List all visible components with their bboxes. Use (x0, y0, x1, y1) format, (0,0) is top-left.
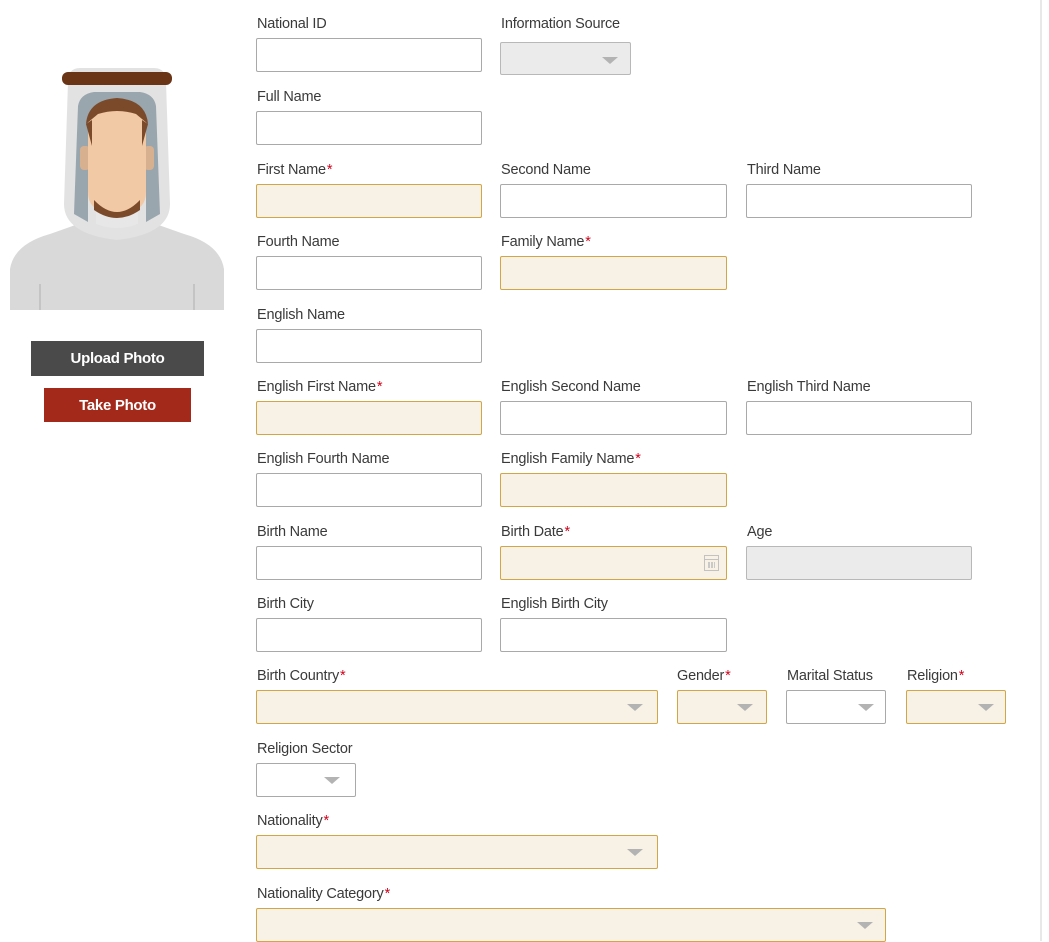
birth-date-input[interactable] (500, 546, 727, 580)
required-asterisk: * (725, 668, 731, 684)
english-family-name-input[interactable] (500, 473, 727, 507)
fourth-name-input[interactable] (256, 256, 482, 290)
english-birth-city-label: English Birth City (501, 596, 608, 612)
english-family-name-label: English Family Name* (501, 451, 641, 467)
english-fourth-name-label: English Fourth Name (257, 451, 390, 467)
birth-country-label: Birth Country* (257, 668, 346, 684)
full-name-input[interactable] (256, 111, 482, 145)
chevron-down-icon (858, 704, 874, 711)
avatar-icon (10, 68, 224, 310)
gender-label: Gender* (677, 668, 731, 684)
birth-name-input[interactable] (256, 546, 482, 580)
chevron-down-icon (857, 922, 873, 929)
national-id-input[interactable] (256, 38, 482, 72)
birth-name-label: Birth Name (257, 524, 328, 540)
english-third-name-label: English Third Name (747, 379, 871, 395)
calendar-icon[interactable] (704, 555, 719, 571)
english-birth-city-input[interactable] (500, 618, 727, 652)
fourth-name-label: Fourth Name (257, 234, 340, 250)
third-name-input[interactable] (746, 184, 972, 218)
chevron-down-icon (978, 704, 994, 711)
english-second-name-label: English Second Name (501, 379, 641, 395)
family-name-label: Family Name* (501, 234, 591, 250)
nationality-select[interactable] (256, 835, 658, 869)
required-asterisk: * (376, 379, 383, 395)
nationality-category-select[interactable] (256, 908, 886, 942)
first-name-input[interactable] (256, 184, 482, 218)
upload-photo-button[interactable]: Upload Photo (31, 341, 204, 376)
chevron-down-icon (324, 777, 340, 784)
birth-date-label: Birth Date* (501, 524, 570, 540)
information-source-select[interactable] (500, 42, 631, 75)
age-label: Age (747, 524, 773, 540)
information-source-label: Information Source (501, 16, 620, 32)
gender-select[interactable] (677, 690, 767, 724)
take-photo-button[interactable]: Take Photo (44, 388, 191, 422)
birth-city-label: Birth City (257, 596, 314, 612)
birth-city-input[interactable] (256, 618, 482, 652)
avatar-placeholder (10, 54, 224, 310)
religion-select[interactable] (906, 690, 1006, 724)
chevron-down-icon (627, 849, 643, 856)
second-name-input[interactable] (500, 184, 727, 218)
required-asterisk: * (958, 668, 965, 684)
family-name-input[interactable] (500, 256, 727, 290)
chevron-down-icon (737, 704, 753, 711)
marital-status-select[interactable] (786, 690, 886, 724)
required-asterisk: * (340, 668, 346, 684)
required-asterisk: * (384, 886, 391, 902)
chevron-down-icon (602, 57, 618, 64)
second-name-label: Second Name (501, 162, 591, 178)
national-id-label: National ID (257, 16, 327, 32)
nationality-label: Nationality* (257, 813, 329, 829)
english-first-name-label: English First Name* (257, 379, 383, 395)
age-field (746, 546, 972, 580)
english-first-name-input[interactable] (256, 401, 482, 435)
marital-status-label: Marital Status (787, 668, 873, 684)
chevron-down-icon (627, 704, 643, 711)
nationality-category-label: Nationality Category* (257, 886, 391, 902)
required-asterisk: * (564, 524, 570, 540)
required-asterisk: * (585, 234, 591, 250)
required-asterisk: * (323, 813, 330, 829)
religion-label: Religion* (907, 668, 965, 684)
required-asterisk: * (326, 162, 333, 178)
english-name-input[interactable] (256, 329, 482, 363)
religion-sector-select[interactable] (256, 763, 356, 797)
third-name-label: Third Name (747, 162, 821, 178)
full-name-label: Full Name (257, 89, 322, 105)
required-asterisk: * (635, 451, 641, 467)
page-divider (1040, 0, 1042, 941)
english-fourth-name-input[interactable] (256, 473, 482, 507)
first-name-label: First Name* (257, 162, 333, 178)
english-name-label: English Name (257, 307, 345, 323)
english-second-name-input[interactable] (500, 401, 727, 435)
birth-country-select[interactable] (256, 690, 658, 724)
english-third-name-input[interactable] (746, 401, 972, 435)
religion-sector-label: Religion Sector (257, 741, 353, 757)
